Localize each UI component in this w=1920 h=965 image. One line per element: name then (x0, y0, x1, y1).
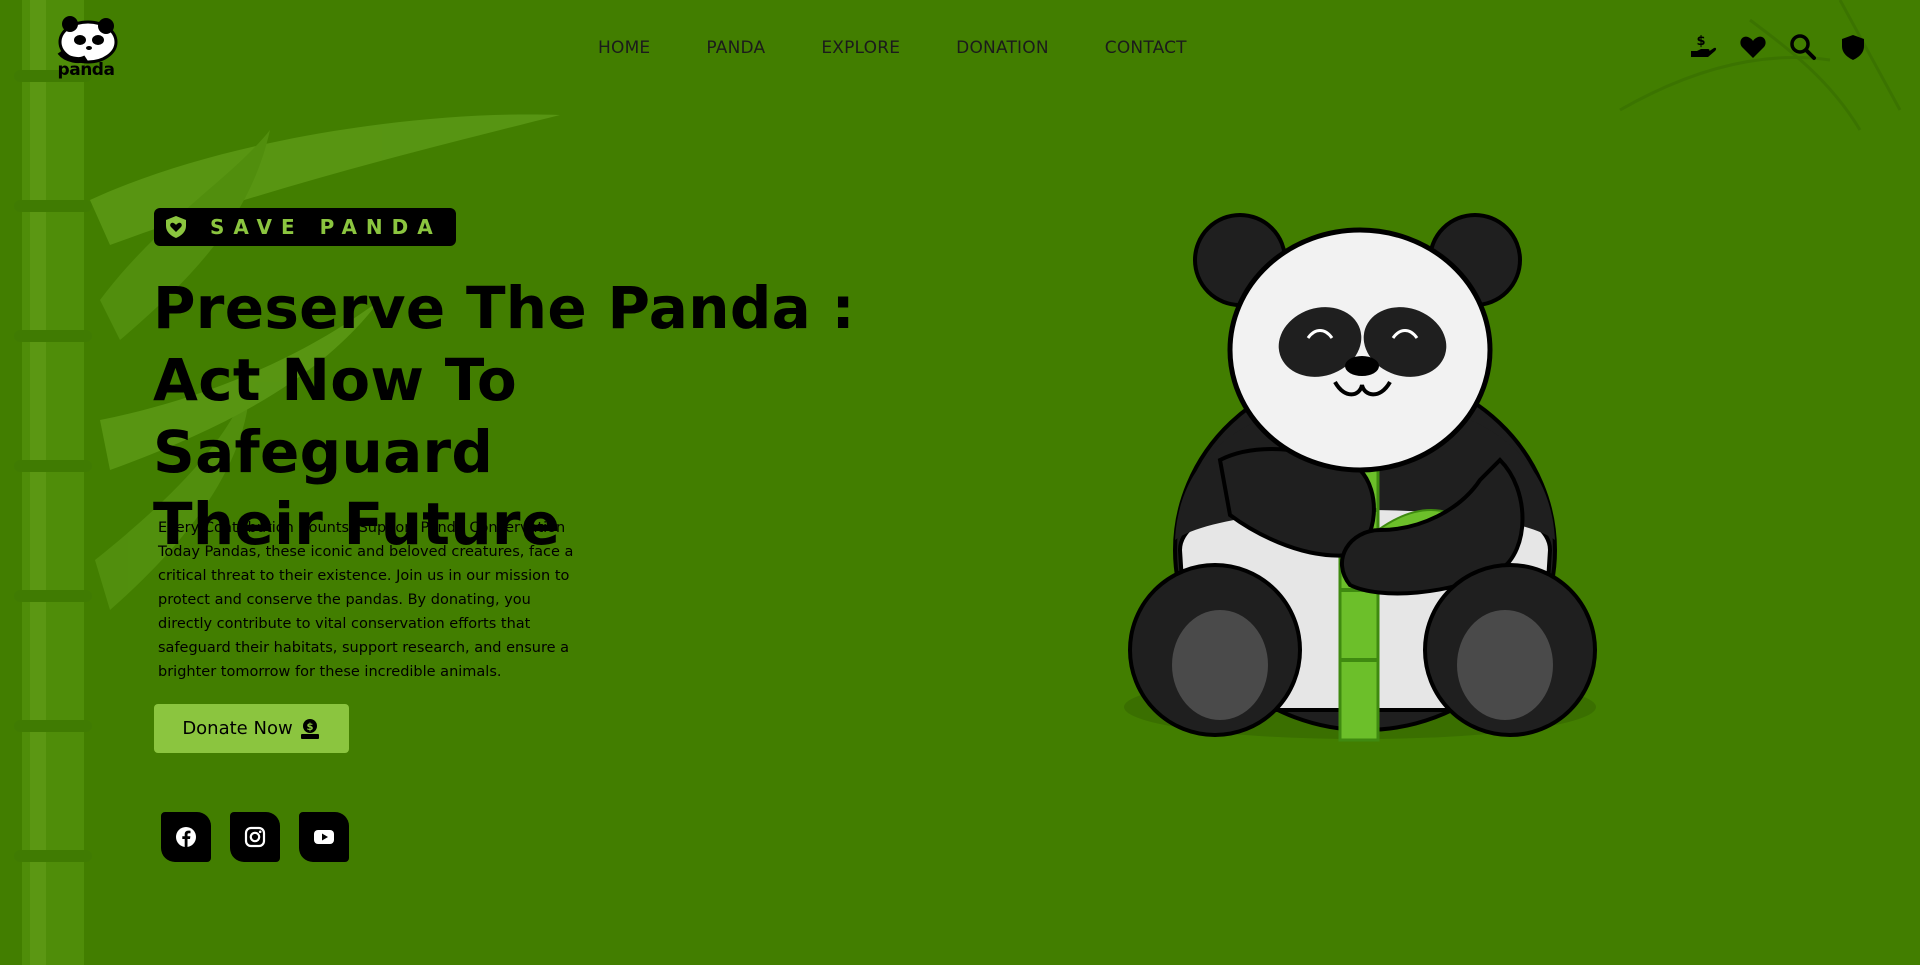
hero-title-line-2: Act Now To Safeguard (153, 346, 518, 486)
main-nav: HOME PANDA EXPLORE DONATION CONTACT (598, 38, 1187, 58)
youtube-button[interactable] (299, 812, 349, 862)
nav-explore[interactable]: EXPLORE (821, 38, 900, 58)
save-panda-badge: SAVE PANDA (154, 208, 456, 246)
panda-illustration (1124, 213, 1597, 742)
shield-heart-icon (166, 216, 186, 238)
instagram-button[interactable] (230, 812, 280, 862)
hero-title-line-1: Preserve The Panda : (153, 274, 856, 342)
youtube-icon (314, 830, 334, 844)
facebook-button[interactable] (161, 812, 211, 862)
search-icon[interactable] (1788, 32, 1818, 62)
panda-logo[interactable]: panda (50, 12, 122, 82)
shield-icon[interactable] (1838, 32, 1868, 62)
nav-donation[interactable]: DONATION (956, 38, 1049, 58)
donate-now-label: Donate Now (182, 718, 293, 739)
nav-panda[interactable]: PANDA (706, 38, 765, 58)
social-links (161, 812, 368, 862)
nav-home[interactable]: HOME (598, 38, 650, 58)
instagram-icon (244, 826, 266, 848)
hero-description: Every Contribution Counts: Support Panda… (158, 520, 574, 680)
nav-contact[interactable]: CONTACT (1105, 38, 1187, 58)
svg-text:$: $ (1696, 34, 1705, 49)
donate-hand-icon[interactable]: $ (1688, 32, 1718, 62)
donate-coin-icon: $ (300, 718, 319, 739)
heart-icon[interactable] (1738, 32, 1768, 62)
facebook-icon (176, 827, 196, 847)
donate-now-button[interactable]: Donate Now $ (154, 704, 349, 753)
bamboo-corner-decoration (1619, 0, 1902, 131)
header-icons: $ (1668, 32, 1868, 62)
svg-text:$: $ (306, 722, 313, 733)
panda-logo-icon (57, 16, 118, 64)
logo-text: panda (57, 60, 115, 80)
badge-text: SAVE PANDA (210, 215, 442, 239)
